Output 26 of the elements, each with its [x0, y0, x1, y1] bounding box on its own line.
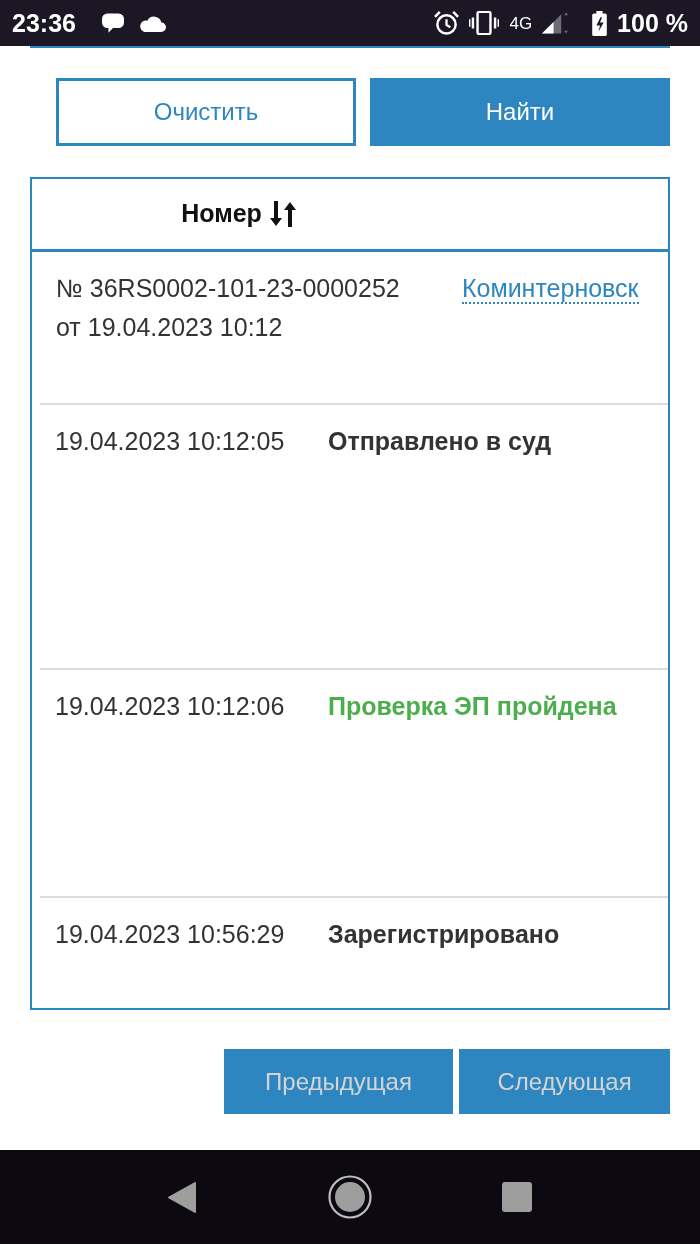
back-icon[interactable]	[168, 1181, 196, 1213]
court-link[interactable]: Коминтерновск	[462, 274, 639, 304]
home-icon[interactable]	[328, 1175, 372, 1219]
chat-bubble-icon	[101, 13, 124, 33]
sort-arrows-icon[interactable]	[269, 201, 296, 227]
search-button[interactable]: Найти	[370, 78, 670, 146]
event-status: Отправлено в суд	[328, 426, 552, 457]
signal-strength-icon	[542, 12, 569, 34]
previous-page-button[interactable]: Предыдущая	[224, 1049, 453, 1114]
column-header[interactable]: Номер	[181, 195, 262, 233]
cloud-icon	[137, 14, 166, 32]
event-time: 19.04.2023 10:56:29	[55, 919, 286, 950]
network-type: 4G	[509, 14, 533, 32]
battery-percent: 100 %	[617, 10, 688, 36]
event-time: 19.04.2023 10:12:06	[55, 691, 286, 722]
event-status: Проверка ЭП пройдена	[328, 691, 617, 722]
battery-charging-icon	[592, 10, 608, 36]
case-number: № 36RS0002-101-23-0000252	[56, 273, 401, 304]
event-status: Зарегистрировано	[328, 919, 560, 950]
next-page-button[interactable]: Следующая	[459, 1049, 670, 1114]
clear-button[interactable]: Очистить	[56, 78, 356, 146]
vibrate-icon	[469, 11, 500, 35]
alarm-clock-icon	[434, 10, 460, 36]
event-time: 19.04.2023 10:12:05	[55, 426, 286, 457]
clock-time: 23:36	[12, 10, 76, 36]
case-date: от 19.04.2023 10:12	[56, 312, 284, 343]
